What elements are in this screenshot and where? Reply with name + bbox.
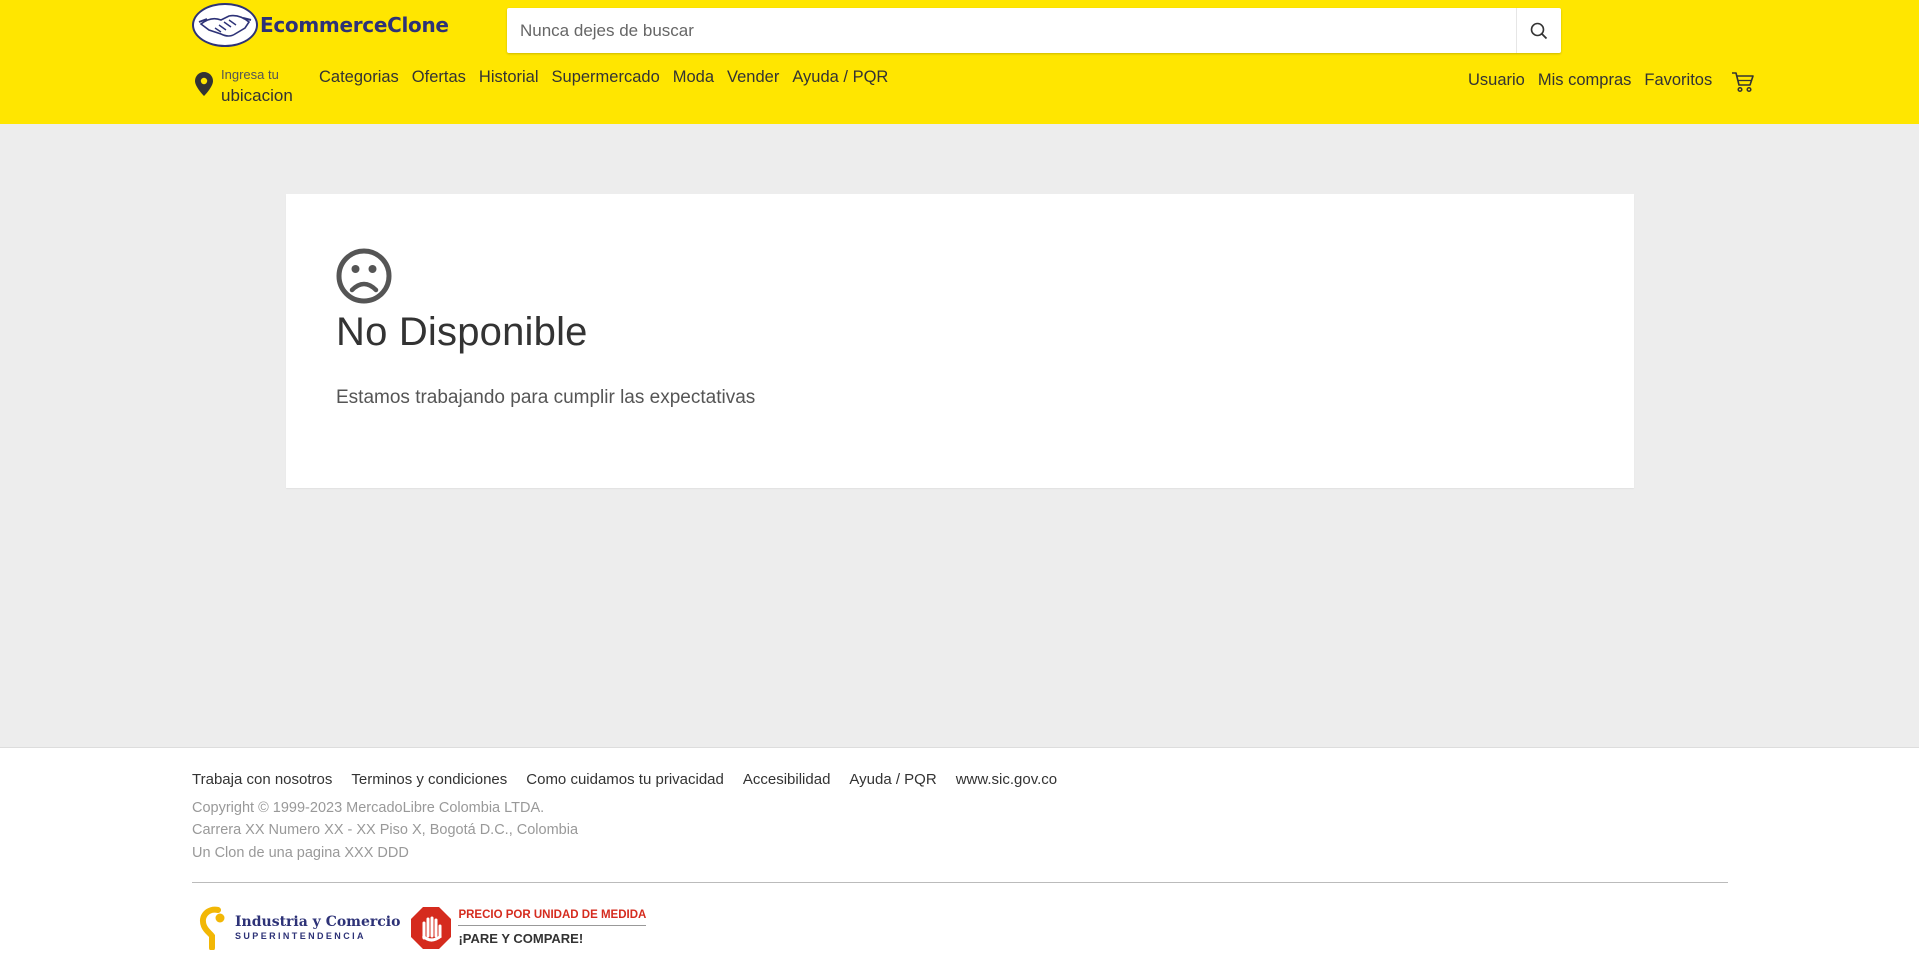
nav-item-supermercado[interactable]: Supermercado — [552, 66, 660, 88]
search-input[interactable] — [507, 8, 1516, 53]
handshake-logo-icon — [192, 3, 258, 47]
footer-link-trabaja[interactable]: Trabaja con nosotros — [192, 771, 332, 788]
page-footer: Trabaja con nosotros Terminos y condicio… — [0, 747, 1919, 971]
brand-name: EcommerceClone — [260, 13, 449, 37]
location-pin-icon — [195, 72, 213, 96]
nav-item-ofertas[interactable]: Ofertas — [412, 66, 466, 88]
footer-badges: Industria y Comercio SUPERINTENDENCIA PR… — [198, 906, 647, 950]
brand-logo[interactable]: EcommerceClone — [191, 2, 449, 48]
clone-note: Un Clon de una pagina XXX DDD — [192, 845, 409, 861]
stop-hand-icon — [411, 907, 452, 949]
nav-item-moda[interactable]: Moda — [673, 66, 714, 88]
footer-link-privacidad[interactable]: Como cuidamos tu privacidad — [526, 771, 724, 788]
sic-badge[interactable]: Industria y Comercio SUPERINTENDENCIA — [198, 906, 400, 950]
nav-item-vender[interactable]: Vender — [727, 66, 779, 88]
nav-item-mis-compras[interactable]: Mis compras — [1538, 69, 1632, 91]
page-description: Estamos trabajando para cumplir las expe… — [336, 387, 756, 408]
nav-item-historial[interactable]: Historial — [479, 66, 539, 88]
top-header: EcommerceClone Ingresa tu ubicacion Cate… — [0, 0, 1919, 124]
footer-link-ayuda[interactable]: Ayuda / PQR — [849, 771, 936, 788]
copyright-text: Copyright © 1999-2023 MercadoLibre Colom… — [192, 800, 545, 816]
location-selector[interactable]: Ingresa tu ubicacion — [195, 66, 293, 108]
page-title: No Disponible — [336, 310, 588, 354]
user-nav: Usuario Mis compras Favoritos — [1468, 66, 1755, 93]
search-bar — [507, 8, 1561, 53]
footer-divider — [192, 882, 1728, 883]
sic-title: Industria y Comercio — [235, 914, 401, 930]
location-value: ubicacion — [221, 86, 293, 105]
footer-link-terminos[interactable]: Terminos y condiciones — [351, 771, 507, 788]
nav-item-usuario[interactable]: Usuario — [1468, 69, 1525, 91]
search-icon — [1530, 22, 1548, 39]
footer-links: Trabaja con nosotros Terminos y condicio… — [192, 771, 1076, 788]
search-button[interactable] — [1516, 8, 1561, 53]
sic-logo-icon — [200, 906, 225, 950]
nav-item-favoritos[interactable]: Favoritos — [1644, 69, 1712, 91]
location-label: Ingresa tu — [221, 67, 279, 82]
pare-subtitle: ¡PARE Y COMPARE! — [458, 931, 584, 946]
sic-subtitle: SUPERINTENDENCIA — [235, 931, 366, 941]
nav-item-ayuda[interactable]: Ayuda / PQR — [792, 66, 888, 88]
footer-link-sic[interactable]: www.sic.gov.co — [956, 771, 1057, 788]
unavailable-card: No Disponible Estamos trabajando para cu… — [286, 194, 1634, 488]
sad-face-icon — [336, 248, 392, 304]
address-text: Carrera XX Numero XX - XX Piso X, Bogotá… — [192, 822, 579, 838]
nav-item-categorias[interactable]: Categorias — [319, 66, 399, 88]
pare-title: PRECIO POR UNIDAD DE MEDIDA — [458, 908, 647, 926]
cart-icon[interactable] — [1731, 71, 1755, 93]
main-nav: Categorias Ofertas Historial Supermercad… — [319, 66, 901, 88]
pare-compare-badge[interactable]: PRECIO POR UNIDAD DE MEDIDA ¡PARE Y COMP… — [410, 906, 647, 950]
footer-link-accesibilidad[interactable]: Accesibilidad — [743, 771, 831, 788]
